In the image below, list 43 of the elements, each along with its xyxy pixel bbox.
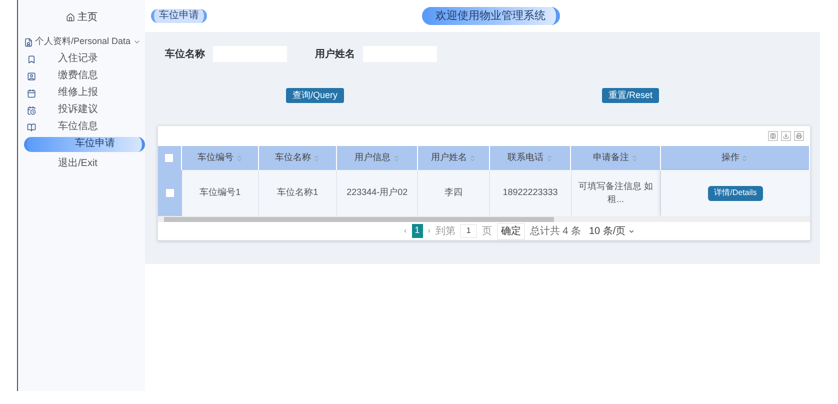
profile-icon	[24, 38, 33, 46]
home-icon	[66, 12, 74, 22]
page-unit: 页	[482, 224, 492, 238]
page-input[interactable]: 1	[460, 224, 477, 238]
home-link[interactable]: 主页	[78, 10, 98, 24]
book-icon	[26, 122, 36, 132]
dropdown-icon	[628, 228, 635, 234]
calendar-clock-icon	[26, 106, 36, 114]
goto-label: 到第	[435, 224, 456, 238]
columns-icon[interactable]	[768, 131, 778, 141]
sort-icon[interactable]	[741, 154, 748, 162]
sidebar-group[interactable]: 个人资料/Personal Data	[35, 35, 131, 49]
user-icon	[26, 72, 36, 80]
checkbox[interactable]	[165, 154, 174, 162]
sort-icon[interactable]	[631, 154, 638, 162]
sort-icon[interactable]	[313, 154, 320, 162]
details-button[interactable]: 详情/Details	[708, 186, 763, 200]
total-count: 总计共 4 条	[530, 224, 581, 238]
sidebar-item[interactable]: 维修上报	[38, 88, 145, 98]
reset-button[interactable]: 重置/Reset	[602, 88, 658, 103]
breadcrumb-tab[interactable]: 车位申请	[151, 9, 207, 23]
field-label: 用户姓名	[315, 47, 355, 62]
sort-icon[interactable]	[546, 154, 553, 162]
sort-icon[interactable]	[469, 154, 476, 162]
sidebar-item[interactable]: 入住记录	[38, 54, 145, 64]
calendar-icon	[26, 88, 36, 98]
sort-icon[interactable]	[236, 154, 243, 162]
horizontal-scrollbar[interactable]	[158, 216, 810, 222]
confirm-button[interactable]: 确定	[496, 222, 525, 240]
sidebar-item[interactable]: 退出/Exit	[38, 159, 145, 169]
query-button[interactable]: 查询/Query	[286, 88, 344, 103]
page-title: 欢迎使用物业管理系统	[422, 7, 560, 25]
sidebar-item[interactable]: 车位申请	[24, 136, 145, 152]
sort-icon[interactable]	[392, 154, 400, 162]
bookmark-icon	[26, 54, 36, 64]
export-icon[interactable]	[781, 131, 791, 141]
print-icon[interactable]	[794, 131, 804, 141]
checkbox[interactable]	[166, 189, 174, 197]
sidebar-item[interactable]: 缴费信息	[38, 71, 145, 81]
page-number[interactable]: 1	[412, 224, 423, 238]
field-label: 车位名称	[165, 47, 205, 62]
sidebar-item[interactable]: 投诉建议	[38, 105, 145, 115]
sidebar-item[interactable]: 车位信息	[38, 122, 145, 132]
